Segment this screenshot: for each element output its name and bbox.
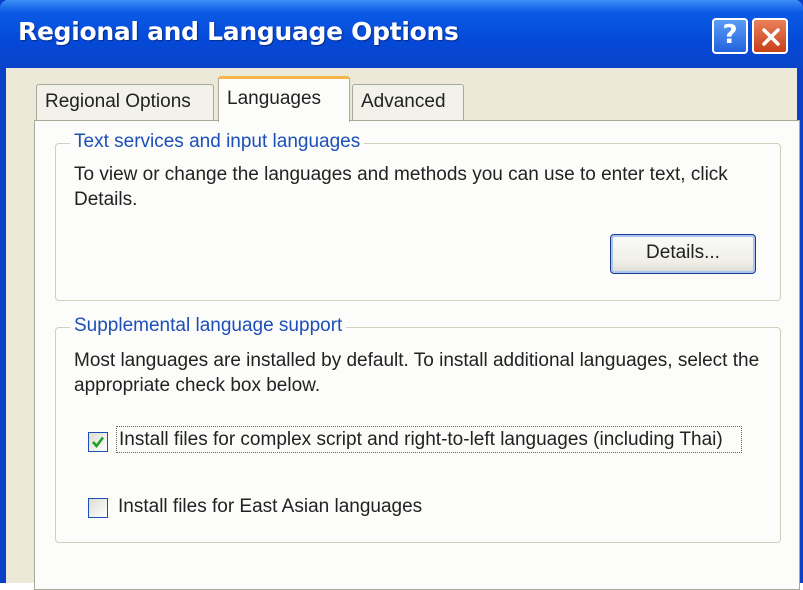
tab-panel-languages: Text services and input languages To vie… — [34, 120, 800, 590]
checkmark-icon — [92, 436, 105, 449]
tab-regional-options[interactable]: Regional Options — [36, 84, 214, 122]
tab-languages[interactable]: Languages — [218, 76, 350, 122]
supplemental-description: Most languages are installed by default.… — [74, 350, 760, 396]
east-asian-checkbox[interactable] — [88, 498, 108, 518]
supplemental-legend: Supplemental language support — [70, 315, 347, 337]
text-services-legend: Text services and input languages — [70, 131, 365, 153]
details-button[interactable]: Details... — [610, 234, 756, 274]
text-services-group: Text services and input languages To vie… — [55, 131, 781, 301]
question-mark-icon: ? — [722, 20, 738, 50]
dialog-window: Regional and Language Options ? Regional… — [0, 0, 803, 590]
text-services-description: To view or change the languages and meth… — [74, 164, 728, 210]
close-button[interactable] — [752, 18, 788, 54]
supplemental-language-group: Supplemental language support Most langu… — [55, 315, 781, 543]
tab-advanced[interactable]: Advanced — [352, 84, 464, 122]
help-button[interactable]: ? — [712, 18, 748, 54]
complex-script-label[interactable]: Install files for complex script and rig… — [116, 426, 742, 453]
close-icon — [762, 28, 780, 46]
east-asian-label[interactable]: Install files for East Asian languages — [118, 494, 422, 519]
title-bar[interactable]: Regional and Language Options ? — [0, 0, 803, 68]
complex-script-checkbox[interactable] — [88, 432, 108, 452]
window-title: Regional and Language Options — [18, 17, 459, 46]
